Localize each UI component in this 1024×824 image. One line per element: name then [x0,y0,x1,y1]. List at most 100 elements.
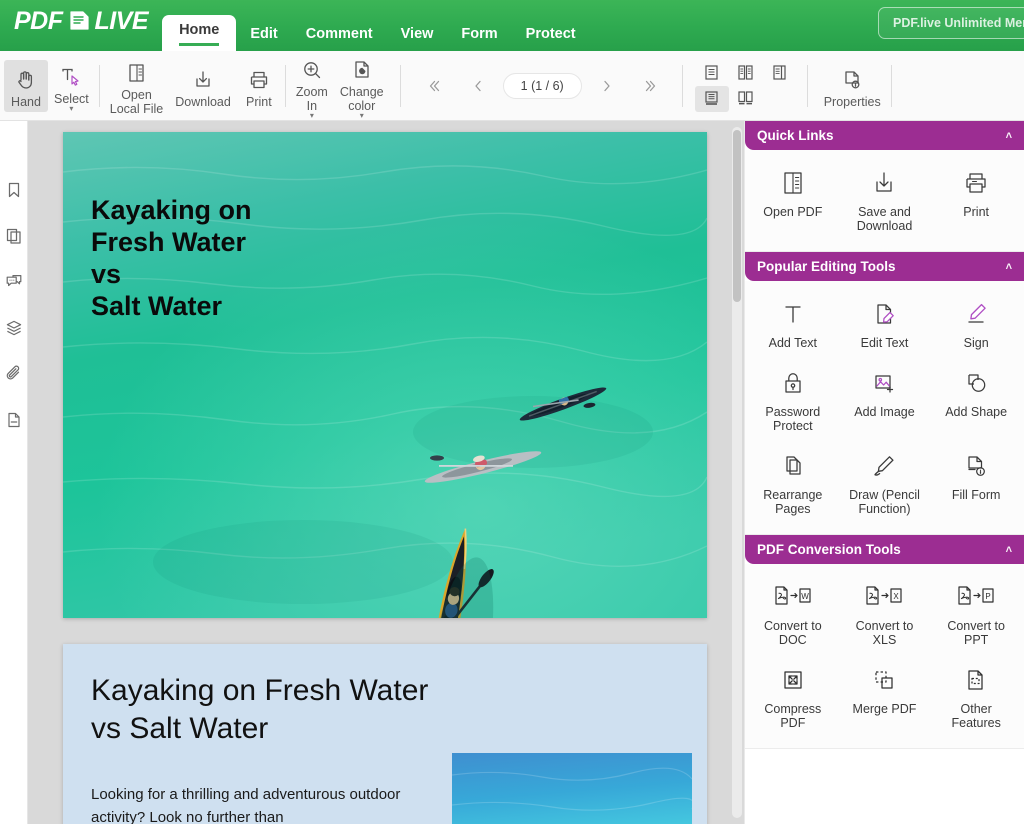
viewer-scrollbar-thumb[interactable] [733,130,741,302]
two-page-continuous-view-button[interactable] [729,86,763,112]
comments-icon[interactable] [2,270,26,294]
print-button[interactable]: Print [237,60,281,112]
convert-to-xls-tool[interactable]: X Convert to XLS [841,574,929,653]
merge-pdf-icon [869,663,899,697]
single-page-view-button[interactable] [695,60,729,86]
page1-title: Kayaking on Fresh Water vs Salt Water [91,195,252,322]
add-text-label: Add Text [769,336,817,350]
two-page-view-button[interactable] [729,60,763,86]
merge-pdf-tool[interactable]: Merge PDF [841,657,929,736]
change-color-button[interactable]: Change color ▾ [334,50,390,122]
change-color-icon [350,55,374,85]
password-protect-label: Password Protect [765,405,820,433]
sign-icon [961,297,991,331]
layers-icon[interactable] [2,316,26,340]
tab-form[interactable]: Form [447,18,511,51]
section-header-popular-editing-tools[interactable]: Popular Editing Tools ˄ [745,252,1024,281]
continuous-scroll-view-button[interactable] [695,86,729,112]
sign-tool[interactable]: Sign [932,291,1020,356]
document-page-2: Kayaking on Fresh Water vs Salt Water Lo… [63,644,707,824]
page-number-input[interactable]: 1 (1 / 6) [503,73,582,99]
app-header: PDF LIVE Home Edit Comment View Form Pro… [0,0,1024,51]
rearrange-pages-icon [778,449,808,483]
prev-page-button[interactable] [461,69,495,103]
other-features-icon [961,663,991,697]
tab-active-underline [179,43,219,46]
book-view-button[interactable] [763,60,797,86]
fill-form-tool[interactable]: Fill Form [932,443,1020,522]
section-header-pdf-conversion-tools[interactable]: PDF Conversion Tools ˄ [745,535,1024,564]
bookmarks-icon[interactable] [2,178,26,202]
section-body-popular-editing-tools: Add Text Edit Text Sign [745,281,1024,535]
page2-image [452,753,692,824]
merge-pdf-label: Merge PDF [853,702,917,716]
compress-pdf-icon [778,663,808,697]
zoom-in-icon [300,55,324,85]
section-body-quick-links: Open PDF Save and Download Print [745,150,1024,252]
convert-to-xls-icon: X [861,580,907,614]
hand-icon [14,65,38,95]
chevron-down-icon: ▾ [310,113,314,119]
select-tool-button[interactable]: Select ▾ [48,57,95,115]
zoom-in-button[interactable]: Zoom In ▾ [290,50,334,122]
page2-body-text: Looking for a thrilling and adventurous … [91,784,421,824]
sign-label: Sign [964,336,989,350]
viewer-scrollbar[interactable] [732,127,742,818]
add-image-tool[interactable]: Add Image [841,360,929,439]
convert-to-doc-tool[interactable]: W Convert to DOC [749,574,837,653]
chevron-up-icon: ˄ [1006,130,1012,142]
last-page-button[interactable] [634,69,668,103]
tab-comment[interactable]: Comment [292,18,387,51]
password-protect-tool[interactable]: Password Protect [749,360,837,439]
convert-to-xls-label: Convert to XLS [856,619,914,647]
compress-pdf-label: Compress PDF [764,702,821,730]
svg-text:X: X [894,592,900,601]
draw-pencil-tool[interactable]: Draw (Pencil Function) [841,443,929,522]
tab-edit[interactable]: Edit [236,18,291,51]
main-toolbar: Hand Select ▾ Open Local File [0,51,1024,121]
convert-to-doc-label: Convert to DOC [764,619,822,647]
rearrange-pages-label: Rearrange Pages [763,488,822,516]
next-page-button[interactable] [590,69,624,103]
rearrange-pages-tool[interactable]: Rearrange Pages [749,443,837,522]
edit-text-tool[interactable]: Edit Text [841,291,929,356]
open-pdf-tool[interactable]: Open PDF [749,160,837,239]
add-text-tool[interactable]: Add Text [749,291,837,356]
draw-pencil-icon [869,449,899,483]
print-label: Print [246,95,272,109]
thumbnails-icon[interactable] [2,224,26,248]
other-features-tool[interactable]: Other Features [932,657,1020,736]
section-header-quick-links[interactable]: Quick Links ˄ [745,121,1024,150]
edit-text-label: Edit Text [861,336,909,350]
open-local-file-button[interactable]: Open Local File [104,53,170,119]
add-shape-icon [961,366,991,400]
save-download-tool[interactable]: Save and Download [841,160,929,239]
convert-to-doc-icon: W [770,580,816,614]
brand-pdf-text: PDF [14,7,63,36]
pdf-document-icon [66,8,92,34]
document-info-icon [840,65,864,95]
tab-home[interactable]: Home [162,15,236,51]
convert-to-ppt-tool[interactable]: P Convert to PPT [932,574,1020,653]
first-page-button[interactable] [417,69,451,103]
document-viewer[interactable]: Kayaking on Fresh Water vs Salt Water Ka… [28,121,744,824]
add-shape-tool[interactable]: Add Shape [932,360,1020,439]
download-label: Download [175,95,231,109]
change-color-label: Change color [340,85,384,113]
attachments-icon[interactable] [2,362,26,386]
compress-pdf-tool[interactable]: Compress PDF [749,657,837,736]
download-button[interactable]: Download [169,60,237,112]
toolbar-divider-3 [400,65,401,107]
hand-tool-label: Hand [11,95,41,109]
print-tool[interactable]: Print [932,160,1020,239]
download-icon [191,65,215,95]
toolbar-divider-4 [682,65,683,107]
other-features-label: Other Features [951,702,1000,730]
properties-button[interactable]: Properties [818,60,887,112]
tab-protect[interactable]: Protect [512,18,590,51]
signature-fields-icon[interactable] [2,408,26,432]
tab-home-label: Home [179,22,219,38]
tab-view[interactable]: View [387,18,448,51]
membership-badge[interactable]: PDF.live Unlimited Membe [878,7,1024,39]
hand-tool-button[interactable]: Hand [4,60,48,112]
